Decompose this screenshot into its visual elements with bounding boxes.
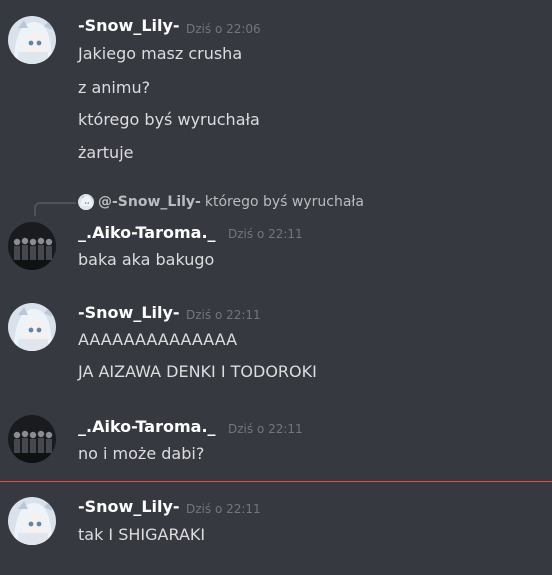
reply-text: którego byś wyruchała — [204, 194, 364, 210]
chat-messages: -Snow_Lily- Dziś o 22:06 Jakiego masz cr… — [0, 0, 552, 575]
username[interactable]: _.Aiko-Taroma._ — [78, 417, 216, 437]
message-text: Jakiego masz crusha — [78, 44, 243, 63]
message-text: baka aka bakugo — [78, 250, 215, 269]
avatar[interactable] — [8, 497, 56, 545]
timestamp: Dziś o 22:11 — [228, 227, 303, 241]
avatar[interactable] — [8, 415, 56, 463]
new-messages-divider — [0, 481, 552, 482]
avatar[interactable] — [8, 222, 56, 270]
message-text: no i może dabi? — [78, 444, 205, 463]
timestamp: Dziś o 22:11 — [186, 308, 261, 322]
username[interactable]: -Snow_Lily- — [78, 16, 180, 36]
reply-author[interactable]: @-Snow_Lily- — [98, 194, 201, 210]
snow-lily-avatar-image — [8, 497, 56, 545]
reply-connector — [34, 202, 76, 216]
username[interactable]: _.Aiko-Taroma._ — [78, 223, 216, 243]
message-text: którego byś wyruchała — [78, 110, 260, 129]
message-text: AAAAAAAAAAAAAA — [78, 330, 238, 349]
timestamp: Dziś o 22:11 — [228, 422, 303, 436]
message-text: z animu? — [78, 78, 151, 97]
aiko-taroma-avatar-image — [8, 415, 56, 463]
message-text: tak I SHIGARAKI — [78, 525, 206, 544]
avatar[interactable] — [8, 303, 56, 351]
timestamp: Dziś o 22:11 — [186, 502, 261, 516]
aiko-taroma-avatar-image — [8, 222, 56, 270]
reply-reference[interactable]: @-Snow_Lily-którego byś wyruchała — [78, 193, 364, 213]
message-text: żartuje — [78, 143, 134, 162]
message-text: JA AIZAWA DENKI I TODOROKI — [78, 362, 317, 381]
username[interactable]: -Snow_Lily- — [78, 497, 180, 517]
username[interactable]: -Snow_Lily- — [78, 303, 180, 323]
reply-avatar — [78, 194, 94, 210]
snow-lily-avatar-image — [8, 16, 56, 64]
timestamp: Dziś o 22:06 — [186, 22, 261, 36]
avatar[interactable] — [8, 16, 56, 64]
snow-lily-avatar-image — [8, 303, 56, 351]
